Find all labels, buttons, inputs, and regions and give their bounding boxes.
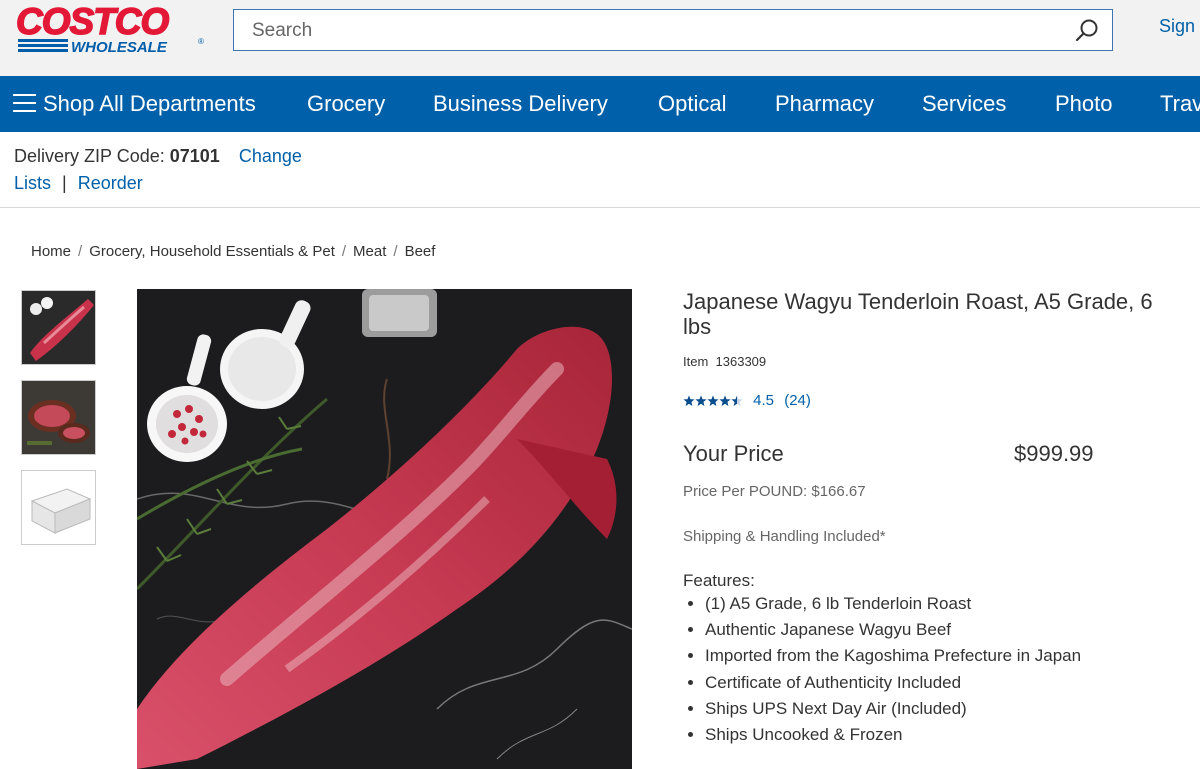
nav-item-grocery[interactable]: Grocery [307,90,385,118]
main-product-image[interactable] [137,289,632,769]
costco-logo[interactable]: COSTCO WHOLESALE ® [14,0,208,56]
svg-text:COSTCO: COSTCO [16,2,170,42]
nav-shop-all-departments[interactable]: Shop All Departments [43,90,256,118]
shipping-note: Shipping & Handling Included* [683,528,886,545]
item-label: Item [683,354,709,369]
feature-item: Imported from the Kagoshima Prefecture i… [705,643,1081,669]
zip-label: Delivery ZIP Code: [14,146,165,166]
item-number-value: 1363309 [715,354,767,369]
delivery-bar: Delivery ZIP Code: 07101 Change Lists | … [0,132,1200,208]
thumbnail-shipping-box[interactable] [21,470,96,545]
feature-item: (1) A5 Grade, 6 lb Tenderloin Roast [705,591,1081,617]
lists-separator: | [62,173,67,193]
nav-item-photo[interactable]: Photo [1055,90,1113,118]
breadcrumb: Home / Grocery, Household Essentials & Pet… [31,243,436,260]
price-label: Your Price [683,441,784,466]
search-box[interactable] [233,9,1113,52]
zip-code: 07101 [169,146,220,166]
nav-item-services[interactable]: Services [922,90,1006,118]
lists-line: Lists | Reorder [14,173,143,194]
search-input[interactable] [250,10,1054,52]
lists-link[interactable]: Lists [14,173,51,193]
svg-text:®: ® [198,37,204,46]
top-header: COSTCO WHOLESALE ® Sign [0,0,1200,76]
price-value: $999.99 [1014,441,1094,466]
thumbnail-sliced-roast[interactable] [21,380,96,455]
features-title: Features: [683,571,755,590]
hamburger-icon[interactable] [13,94,36,114]
product-rating[interactable]: 4.5 (24) [683,392,811,409]
delivery-zip-line: Delivery ZIP Code: 07101 Change [14,146,302,167]
feature-item: Ships Uncooked & Frozen [705,722,1081,748]
main-nav: Shop All Departments Grocery Business De… [0,76,1200,132]
feature-item: Authentic Japanese Wagyu Beef [705,617,1081,643]
search-icon[interactable] [1074,18,1100,44]
sign-in-link[interactable]: Sign [1159,16,1195,37]
price-per-pound: Price Per POUND: $166.67 [683,483,866,500]
svg-text:WHOLESALE: WHOLESALE [71,39,168,56]
rating-value: 4.5 [753,392,775,409]
breadcrumb-beef[interactable]: Beef [405,243,436,260]
product-title: Japanese Wagyu Tenderloin Roast, A5 Grad… [683,289,1153,339]
feature-item: Ships UPS Next Day Air (Included) [705,696,1081,722]
breadcrumb-grocery[interactable]: Grocery, Household Essentials & Pet [89,243,335,260]
breadcrumb-meat[interactable]: Meat [353,243,386,260]
features-list: (1) A5 Grade, 6 lb Tenderloin Roast Auth… [683,591,1081,748]
change-zip-link[interactable]: Change [239,146,302,166]
item-number: Item 1363309 [683,354,766,369]
rating-stars-icon [683,395,743,406]
rating-count[interactable]: (24) [784,392,811,409]
feature-item: Certificate of Authenticity Included [705,670,1081,696]
thumbnail-tenderloin[interactable] [21,290,96,365]
nav-item-pharmacy[interactable]: Pharmacy [775,90,874,118]
nav-item-optical[interactable]: Optical [658,90,726,118]
nav-item-travel[interactable]: Trav [1160,90,1200,118]
breadcrumb-home[interactable]: Home [31,243,71,260]
reorder-link[interactable]: Reorder [78,173,143,193]
nav-item-business-delivery[interactable]: Business Delivery [433,90,608,118]
